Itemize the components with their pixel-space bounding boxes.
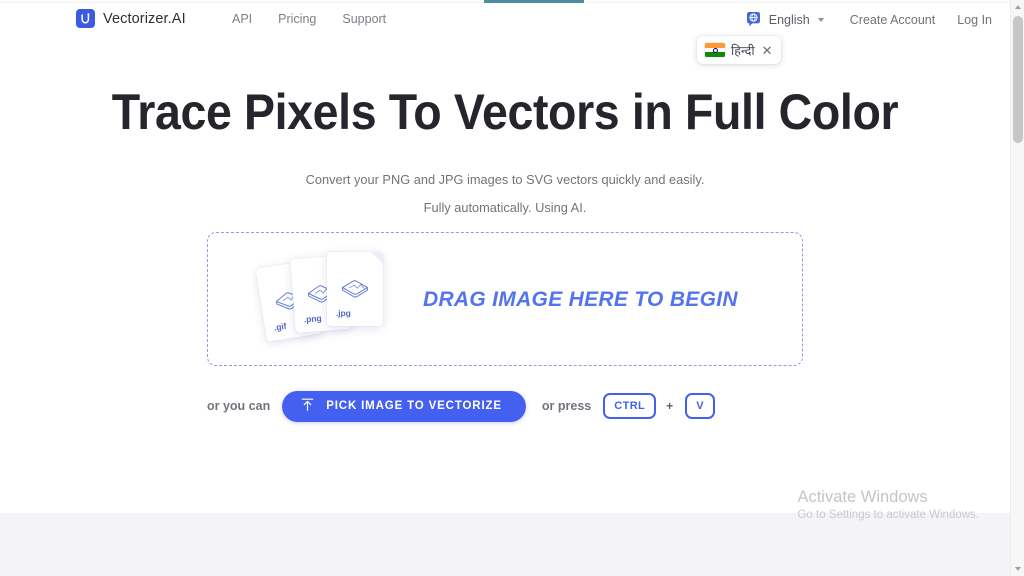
keycap-ctrl[interactable]: CTRL [603, 393, 657, 419]
watermark-subtitle: Go to Settings to activate Windows. [797, 509, 979, 521]
nav-item-support[interactable]: Support [342, 12, 386, 26]
language-suggestion-label: हिन्दी [731, 43, 755, 58]
upload-action-row: or you can PICK IMAGE TO VECTORIZE or pr… [207, 390, 807, 422]
page-fold-corner [371, 252, 383, 264]
brand-logo-link[interactable]: Vectorizer.AI [76, 9, 186, 28]
keycap-v[interactable]: V [685, 393, 715, 419]
create-account-link[interactable]: Create Account [850, 13, 935, 27]
image-dropzone[interactable]: .gif .png .jpg DRAG IMAGE HERE TO BEGIN [207, 232, 803, 366]
log-in-link[interactable]: Log In [957, 13, 992, 27]
nav-item-api[interactable]: API [232, 12, 252, 26]
windows-activation-watermark: Activate Windows Go to Settings to activ… [797, 487, 979, 524]
scrollbar-thumb[interactable] [1013, 16, 1023, 143]
pick-image-button[interactable]: PICK IMAGE TO VECTORIZE [282, 390, 526, 422]
header-right-nav: English Create Account Log In [745, 11, 992, 28]
language-suggestion-popup[interactable]: हिन्दी ✕ [697, 36, 781, 64]
chevron-up-icon[interactable] [1011, 0, 1024, 14]
file-extension-label: .jpg [336, 308, 351, 318]
browser-tab-sliver [0, 0, 1010, 3]
file-extension-label: .gif [273, 320, 287, 333]
or-press-label: or press [541, 399, 592, 413]
dropzone-prompt: DRAG IMAGE HERE TO BEGIN [423, 288, 738, 311]
page-title: Trace Pixels To Vectors in Full Color [111, 84, 899, 140]
file-extension-label: .png [303, 313, 322, 325]
file-card-jpg: .jpg [327, 252, 383, 326]
globe-icon [745, 11, 762, 28]
or-you-can-label: or you can [207, 399, 271, 413]
brand-name: Vectorizer.AI [103, 10, 186, 27]
vertical-scrollbar[interactable] [1010, 0, 1024, 576]
nav-item-pricing[interactable]: Pricing [278, 12, 316, 26]
key-separator: + [666, 399, 674, 413]
primary-nav: API Pricing Support [232, 12, 386, 26]
caret-down-icon [817, 17, 824, 22]
vectorizer-logo-icon [76, 9, 95, 28]
image-file-icon [340, 276, 370, 305]
site-header: Vectorizer.AI API Pricing Support Englis… [0, 0, 1010, 40]
close-icon[interactable]: ✕ [762, 44, 773, 57]
flag-india-icon [705, 43, 725, 57]
subtitle-line-2: Fully automatically. Using AI. [423, 200, 587, 215]
page-viewport: Vectorizer.AI API Pricing Support Englis… [0, 0, 1010, 576]
watermark-title: Activate Windows [797, 488, 928, 506]
pick-image-button-label: PICK IMAGE TO VECTORIZE [326, 400, 502, 412]
upload-icon [300, 397, 315, 415]
file-card-stack: .gif .png .jpg [253, 246, 398, 350]
language-selector[interactable]: English [745, 11, 824, 28]
chevron-down-icon[interactable] [1011, 562, 1024, 576]
active-tab-edge [484, 0, 584, 3]
subtitle-line-1: Convert your PNG and JPG images to SVG v… [305, 172, 705, 187]
page-subtitle: Convert your PNG and JPG images to SVG v… [0, 166, 1010, 222]
language-label: English [768, 12, 810, 27]
